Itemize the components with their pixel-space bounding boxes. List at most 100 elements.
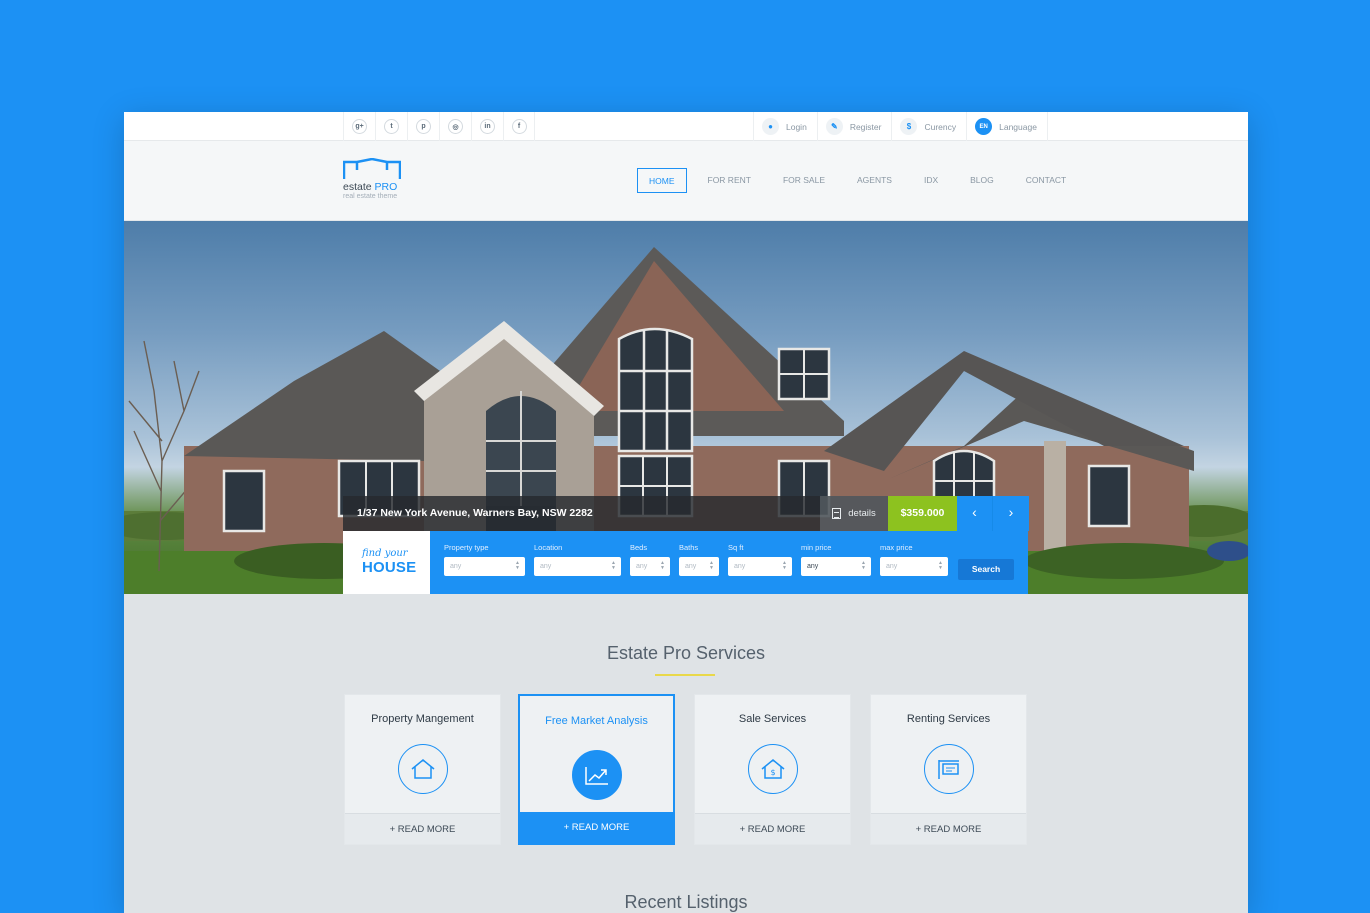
twitter-link[interactable]: t [375, 112, 407, 141]
google-plus-icon: g+ [352, 119, 367, 134]
facebook-link[interactable]: f [503, 112, 535, 141]
read-more-link[interactable]: + READ MORE [520, 812, 673, 843]
location-value: any [540, 563, 552, 570]
top-bar: g+ t p ◎ in f ● Login ✎ Register $ Curen… [124, 112, 1248, 141]
property-type-field: Property type any ▲ ▼ [444, 543, 525, 576]
sqft-label: Sq ft [728, 543, 744, 552]
find-your-text: find your [362, 548, 408, 559]
property-type-select[interactable]: any ▲ ▼ [444, 557, 525, 576]
service-card-market-analysis[interactable]: Free Market Analysis + READ MORE [518, 694, 675, 845]
min-price-label: min price [801, 543, 832, 552]
linkedin-link[interactable]: in [471, 112, 503, 141]
rent-sign-icon [924, 744, 974, 794]
sqft-select[interactable]: any ▲ ▼ [728, 557, 792, 576]
baths-select[interactable]: any ▲ ▼ [679, 557, 719, 576]
pinterest-icon: p [416, 119, 431, 134]
property-type-value: any [450, 563, 462, 570]
social-links: g+ t p ◎ in f [343, 112, 535, 141]
location-select[interactable]: any ▲ ▼ [534, 557, 621, 576]
property-address: 1/37 New York Avenue, Warners Bay, NSW 2… [343, 496, 820, 531]
svg-text:$: $ [770, 768, 775, 777]
find-house-label: find your HOUSE [343, 531, 430, 594]
dribbble-icon: ◎ [448, 119, 463, 134]
pencil-icon: ✎ [825, 118, 843, 135]
logo[interactable]: estate PRO real estate theme [343, 158, 423, 208]
max-price-field: max price any ▲ ▼ [880, 543, 948, 576]
recent-listings-title: Recent Listings [624, 892, 748, 912]
nav-idx[interactable]: IDX [908, 168, 954, 193]
house-dollar-icon: $ [748, 744, 798, 794]
sqft-value: any [734, 563, 746, 570]
beds-select[interactable]: any ▲ ▼ [630, 557, 670, 576]
service-card-renting-services[interactable]: Renting Services + READ MORE [870, 694, 1027, 845]
min-price-field: min price any ▲ ▼ [801, 543, 871, 576]
house-icon [398, 744, 448, 794]
google-plus-link[interactable]: g+ [343, 112, 375, 141]
beds-label: Beds [630, 543, 648, 552]
slider-prev-button[interactable]: ‹ [957, 496, 993, 531]
site-header: estate PRO real estate theme HOME FOR RE… [124, 141, 1248, 221]
min-price-value: any [807, 563, 819, 570]
details-label: details [848, 508, 876, 519]
logo-pro: PRO [374, 181, 398, 193]
service-card-title: Free Market Analysis [545, 715, 648, 727]
baths-value: any [685, 563, 697, 570]
service-card-title: Sale Services [738, 713, 807, 725]
twitter-icon: t [384, 119, 399, 134]
login-link[interactable]: ● Login [753, 112, 817, 141]
read-more-link[interactable]: + READ MORE [871, 813, 1026, 844]
service-card-title: Property Mangement [371, 713, 474, 725]
nav-contact[interactable]: CONTACT [1010, 168, 1082, 193]
services-title: Estate Pro Services [606, 643, 766, 663]
search-button[interactable]: Search [958, 559, 1014, 580]
select-arrows-icon: ▲ ▼ [660, 560, 665, 571]
read-more-link[interactable]: + READ MORE [345, 813, 500, 844]
currency-selector[interactable]: $ Curency [891, 112, 966, 141]
language-selector[interactable]: EN Language [966, 112, 1048, 141]
nav-for-rent[interactable]: FOR RENT [692, 168, 767, 193]
max-price-label: max price [880, 543, 913, 552]
slider-next-button[interactable]: › [993, 496, 1029, 531]
hero-slider: 1/37 New York Avenue, Warners Bay, NSW 2… [124, 221, 1248, 594]
read-more-link[interactable]: + READ MORE [695, 813, 850, 844]
nav-agents[interactable]: AGENTS [841, 168, 908, 193]
nav-home[interactable]: HOME [637, 168, 687, 193]
max-price-value: any [886, 563, 898, 570]
login-label: Login [786, 121, 807, 132]
service-card-sale-services[interactable]: Sale Services $ + READ MORE [694, 694, 851, 845]
linkedin-icon: in [480, 119, 495, 134]
nav-blog[interactable]: BLOG [954, 168, 1010, 193]
select-arrows-icon: ▲ ▼ [782, 560, 787, 571]
logo-roof-icon [343, 158, 401, 179]
logo-tagline: real estate theme [343, 193, 398, 200]
dribbble-link[interactable]: ◎ [439, 112, 471, 141]
location-field: Location any ▲ ▼ [534, 543, 621, 576]
language-flag-icon: EN [975, 118, 993, 135]
nav-for-sale[interactable]: FOR SALE [767, 168, 841, 193]
pinterest-link[interactable]: p [407, 112, 439, 141]
document-icon [832, 508, 842, 519]
user-icon: ● [762, 118, 779, 135]
beds-value: any [636, 563, 648, 570]
chart-icon [572, 750, 622, 800]
min-price-select[interactable]: any ▲ ▼ [801, 557, 871, 576]
select-arrows-icon: ▲ ▼ [861, 560, 866, 571]
title-underline [655, 674, 715, 676]
logo-name: estate [343, 181, 372, 193]
service-card-title: Renting Services [906, 713, 991, 725]
language-label: Language [999, 121, 1037, 132]
beds-field: Beds any ▲ ▼ [630, 543, 670, 576]
register-link[interactable]: ✎ Register [816, 112, 892, 141]
currency-label: Curency [924, 121, 957, 132]
baths-field: Baths any ▲ ▼ [679, 543, 719, 576]
property-search-form: Property type any ▲ ▼ Location any ▲ ▼ Beds … [430, 531, 1028, 594]
facebook-icon: f [511, 119, 527, 134]
sqft-field: Sq ft any ▲ ▼ [728, 543, 792, 576]
details-button[interactable]: details [820, 496, 888, 531]
register-label: Register [849, 121, 882, 132]
main-nav: HOME FOR RENT FOR SALE AGENTS IDX BLOG C… [637, 168, 1082, 193]
browser-page: g+ t p ◎ in f ● Login ✎ Register $ Curen… [124, 112, 1248, 913]
service-card-property-management[interactable]: Property Mangement + READ MORE [344, 694, 501, 845]
utility-links: ● Login ✎ Register $ Curency EN Language [753, 112, 1048, 141]
max-price-select[interactable]: any ▲ ▼ [880, 557, 948, 576]
